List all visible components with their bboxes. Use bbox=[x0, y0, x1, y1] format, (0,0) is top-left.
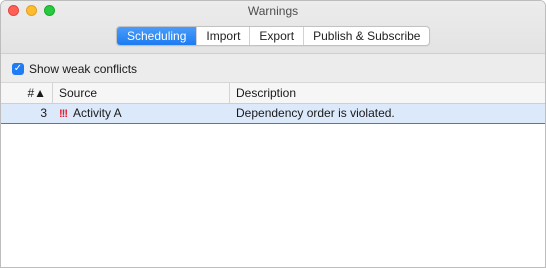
row-description: Dependency order is violated. bbox=[236, 106, 395, 120]
table-row[interactable]: 3 !!! Activity A Dependency order is viol… bbox=[1, 104, 545, 124]
title-bar[interactable]: Warnings bbox=[1, 1, 545, 21]
warning-icon: !!! bbox=[59, 108, 68, 120]
column-header-description[interactable]: Description bbox=[230, 83, 545, 103]
options-bar: ✓ Show weak conflicts bbox=[1, 54, 545, 82]
tab-publish-subscribe[interactable]: Publish & Subscribe bbox=[303, 27, 429, 45]
tab-scheduling[interactable]: Scheduling bbox=[117, 27, 197, 45]
category-tabs: Scheduling Import Export Publish & Subsc… bbox=[116, 26, 431, 46]
warnings-window: Warnings Scheduling Import Export Publis… bbox=[0, 0, 546, 268]
table-header: #▲ Source Description bbox=[1, 82, 545, 104]
show-weak-conflicts-label[interactable]: Show weak conflicts bbox=[29, 62, 137, 76]
row-source-label: Activity A bbox=[73, 106, 122, 120]
show-weak-conflicts-checkbox[interactable]: ✓ bbox=[12, 63, 24, 75]
window-toolbar: Warnings Scheduling Import Export Publis… bbox=[1, 1, 545, 54]
tab-import[interactable]: Import bbox=[196, 27, 249, 45]
window-title: Warnings bbox=[247, 4, 299, 18]
column-header-source[interactable]: Source bbox=[53, 83, 230, 103]
tab-export[interactable]: Export bbox=[249, 27, 303, 45]
row-source: !!! Activity A bbox=[53, 104, 230, 123]
row-number: 3 bbox=[40, 106, 47, 120]
column-header-number[interactable]: #▲ bbox=[1, 83, 53, 103]
checkmark-icon: ✓ bbox=[13, 63, 23, 74]
show-weak-conflicts-option[interactable]: ✓ Show weak conflicts bbox=[12, 62, 137, 76]
